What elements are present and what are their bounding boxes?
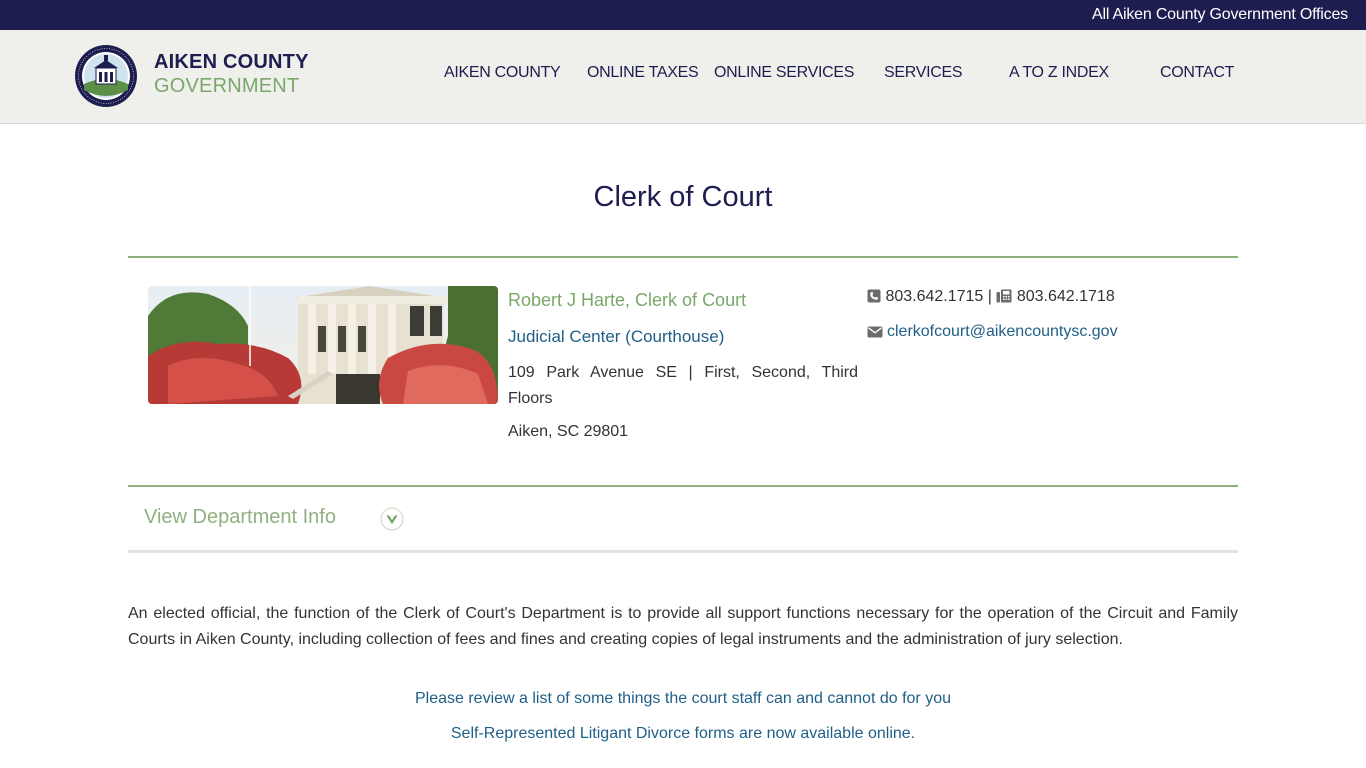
court-staff-list-link[interactable]: Please review a list of some things the … [0, 690, 1366, 708]
address-line-1: 109 Park Avenue SE | First, Second, Thir… [508, 364, 858, 381]
envelope-icon [867, 326, 883, 338]
nav-services[interactable]: SERVICES [884, 64, 963, 82]
official-name: Robert J Harte, Clerk of Court [508, 290, 747, 310]
phone-fax-row: 803.642.1715 | 803.642.1718 [867, 288, 1115, 306]
logo-title[interactable]: AIKEN COUNTY [154, 51, 309, 74]
nav-contact[interactable]: CONTACT [1160, 64, 1234, 82]
nav-a-to-z-index[interactable]: A TO Z INDEX [1009, 64, 1109, 82]
view-department-info-toggle[interactable]: View Department Info [144, 506, 336, 529]
site-header: AIKEN COUNTY GOVERNMENT AIKEN COUNTY ONL… [0, 30, 1366, 124]
nav-online-taxes[interactable]: ONLINE TAXES [587, 64, 699, 82]
divider-middle [128, 485, 1238, 487]
department-description: An elected official, the function of the… [128, 605, 1238, 648]
street-address: 109 Park Avenue SE | First, Second, Thir… [508, 360, 858, 412]
email-link[interactable]: clerkofcourt@aikencountysc.gov [867, 323, 1118, 341]
logo-subtitle[interactable]: GOVERNMENT [154, 75, 299, 98]
phone-icon [867, 289, 881, 303]
announcement-ticker[interactable]: All Aiken County Government Offices [0, 0, 1366, 30]
fax-icon [996, 289, 1012, 303]
city-state-zip: Aiken, SC 29801 [508, 423, 629, 440]
divider-top [128, 256, 1238, 258]
email-address[interactable]: clerkofcourt@aikencountysc.gov [887, 323, 1118, 340]
chevron-down-icon[interactable] [380, 507, 404, 531]
fax-number: 803.642.1718 [1016, 288, 1115, 305]
location-link[interactable]: Judicial Center (Courthouse) [508, 327, 724, 347]
county-seal-logo[interactable] [74, 44, 138, 108]
courthouse-photo [148, 286, 498, 404]
address-line-2: Floors [508, 390, 553, 407]
nav-online-services[interactable]: ONLINE SERVICES [714, 64, 854, 82]
nav-aiken-county[interactable]: AIKEN COUNTY [444, 64, 561, 82]
divider-bottom [128, 550, 1238, 553]
ticker-text[interactable]: All Aiken County Government Offices [1092, 6, 1348, 24]
divorce-forms-link[interactable]: Self-Represented Litigant Divorce forms … [0, 725, 1366, 743]
page-title: Clerk of Court [593, 181, 773, 213]
phone-number[interactable]: 803.642.1715 [885, 288, 983, 305]
phone-separator: | [987, 288, 992, 305]
